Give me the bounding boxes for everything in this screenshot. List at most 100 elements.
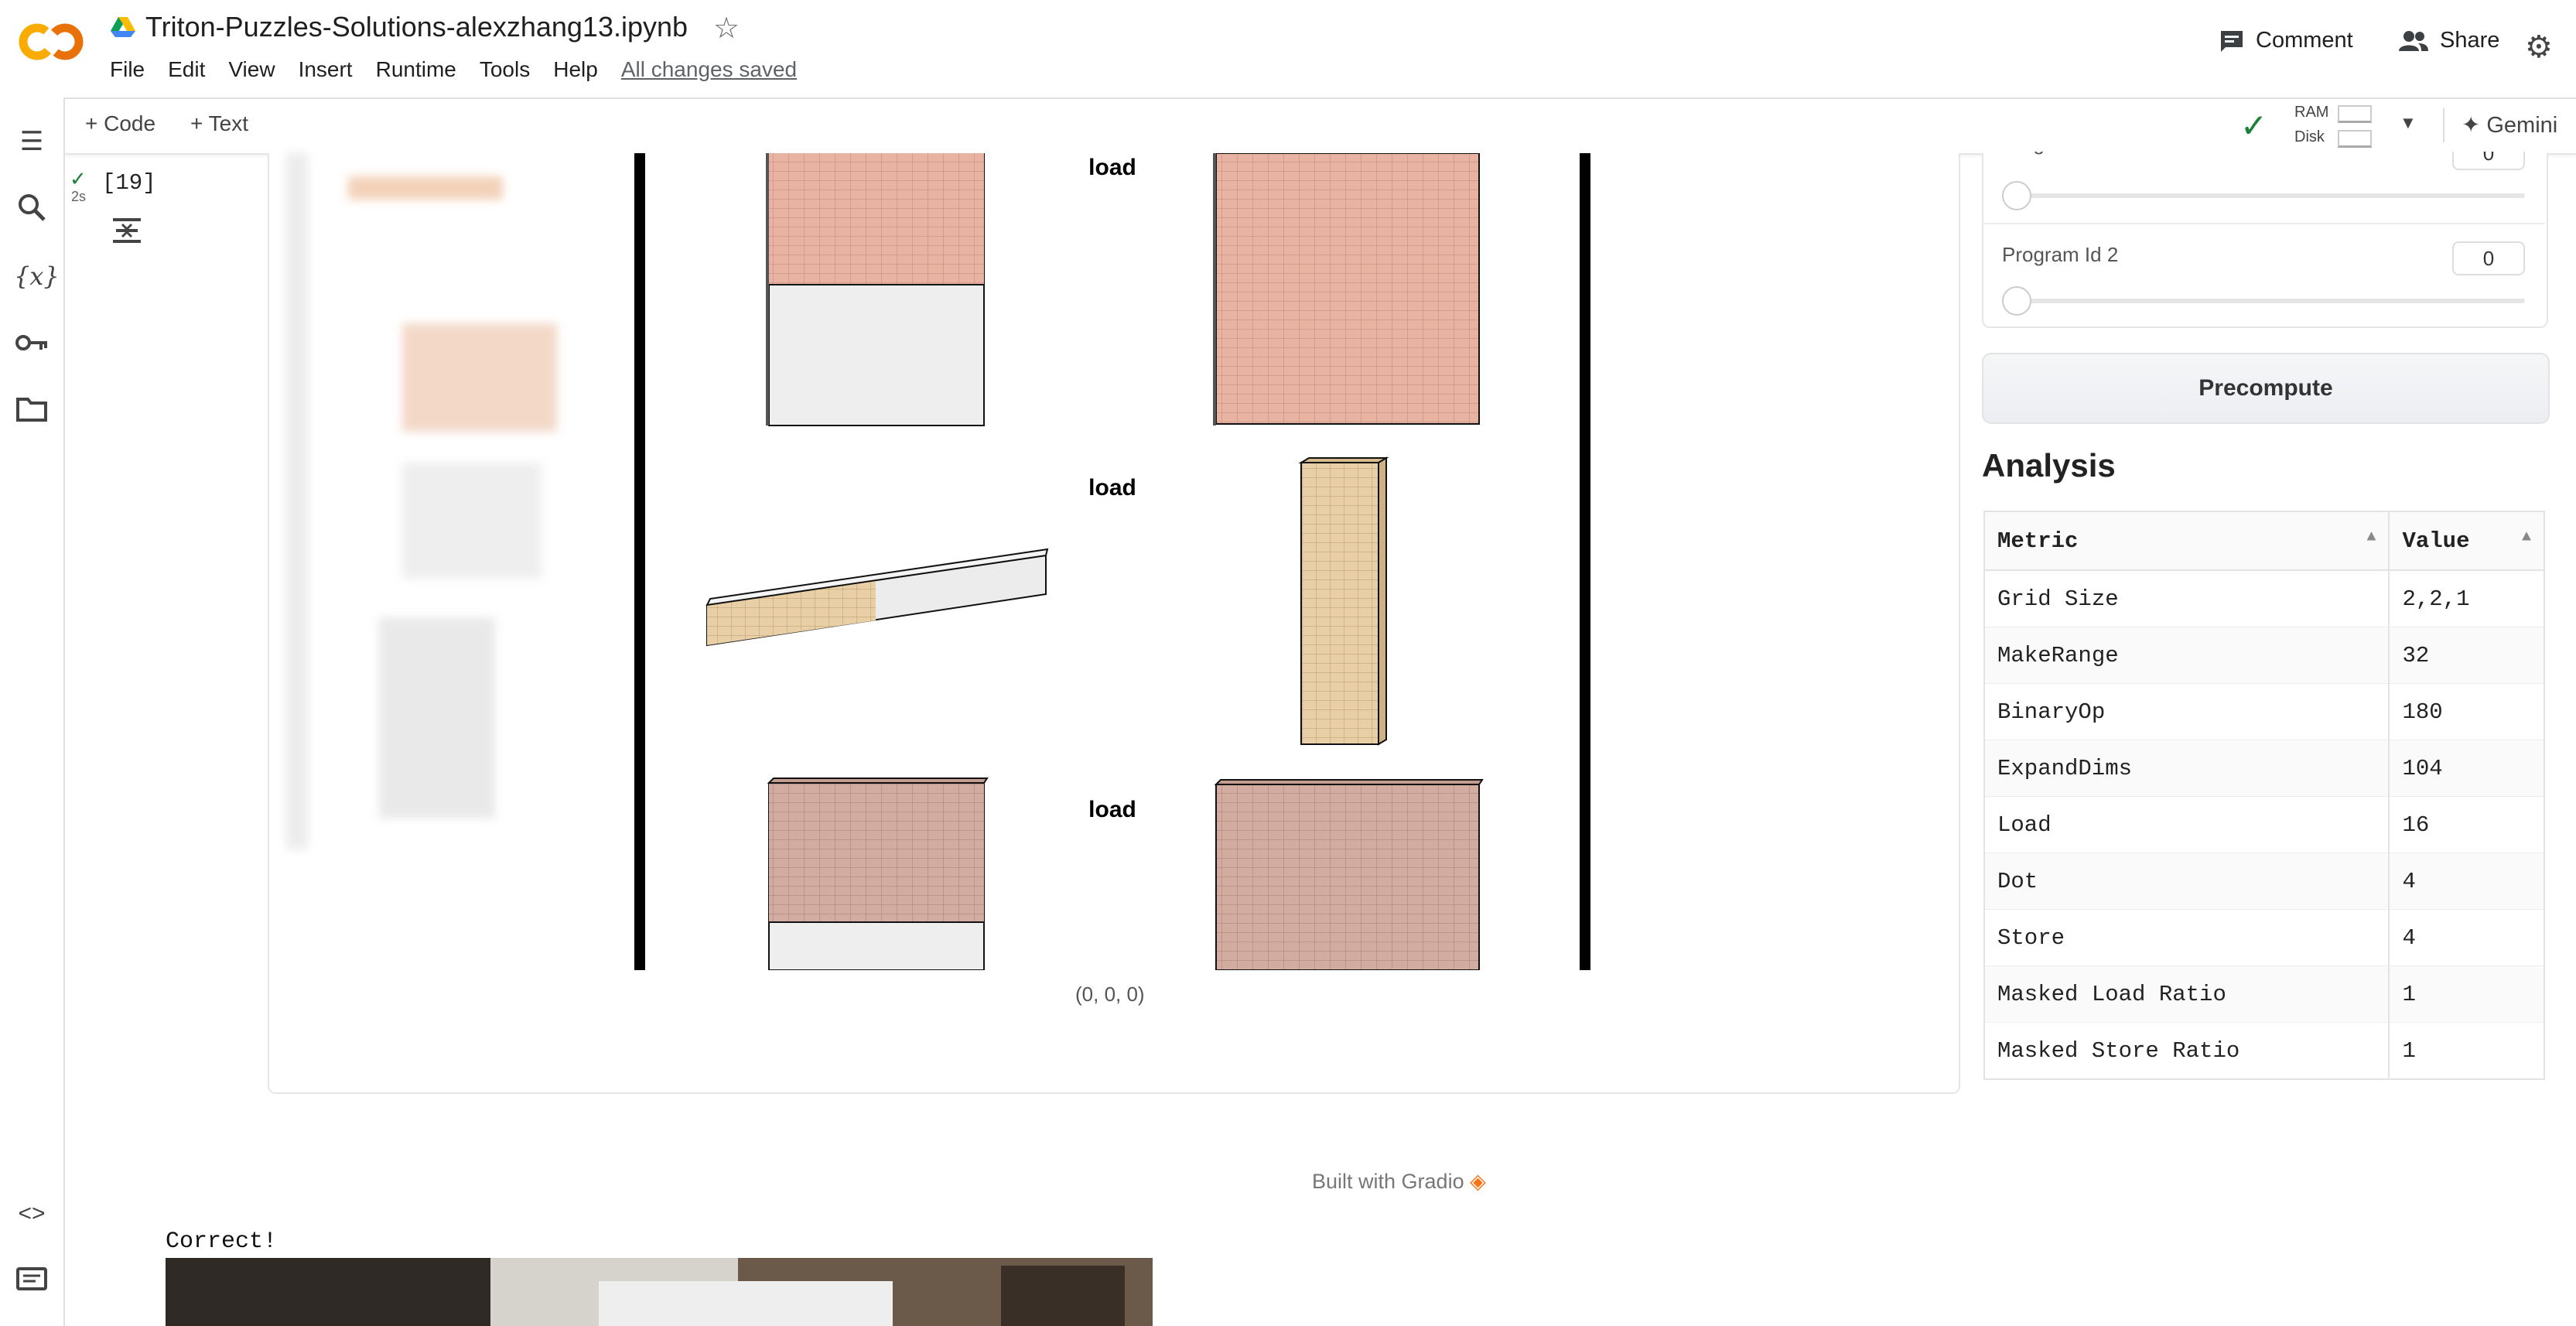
search-icon[interactable] (14, 192, 50, 227)
gradio-logo-icon: ◈ (1470, 1170, 1486, 1193)
sort-icon[interactable]: ▲ (2366, 528, 2376, 546)
program-id-1-track[interactable] (2002, 193, 2525, 198)
value-cell: 16 (2389, 796, 2544, 853)
metric-cell: Store (1984, 909, 2390, 966)
people-icon (2399, 30, 2428, 51)
chevron-down-icon-overlay[interactable]: ▼ (2400, 113, 2417, 133)
result-output-text: Correct! (166, 1229, 278, 1255)
value-cell: 2,2,1 (2389, 570, 2544, 627)
precompute-button[interactable]: Precompute (1982, 353, 2550, 424)
analysis-table: Metric ▲ Value ▲ Grid Size 2,2,1 MakeRange 3… (1983, 511, 2545, 1080)
value-cell: 32 (2389, 627, 2544, 684)
value-cell: 4 (2389, 909, 2544, 966)
table-row: Load 16 (1984, 796, 2544, 853)
program-id-2-input[interactable]: 0 (2452, 241, 2525, 275)
comment-icon (2221, 30, 2243, 52)
program-id-2-label: Program Id 2 (2002, 243, 2119, 266)
menu-insert[interactable]: Insert (299, 57, 353, 82)
table-row: Store 4 (1984, 909, 2544, 966)
built-with-label: Built with Gradio (1312, 1170, 1464, 1193)
table-of-contents-icon[interactable]: ☰ (14, 124, 50, 159)
variables-icon[interactable]: {x} (14, 258, 60, 294)
frame-bar-left (634, 153, 645, 970)
metric-header-label: Metric (1997, 528, 2079, 554)
value-cell: 104 (2389, 740, 2544, 797)
metric-cell: Masked Store Ratio (1984, 1022, 2390, 1080)
coordinate-label: (0, 0, 0) (1075, 983, 1145, 1006)
comment-label: Comment (2256, 28, 2353, 53)
table-row: BinaryOp 180 (1984, 683, 2544, 740)
files-folder-icon[interactable] (14, 396, 50, 432)
metric-cell: Load (1984, 796, 2390, 853)
comment-button[interactable]: Comment (2219, 28, 2353, 53)
terminal-icon[interactable] (14, 1264, 50, 1300)
program-id-2-thumb[interactable] (2002, 286, 2031, 316)
gemini-button-overlay[interactable]: ✦ Gemini (2462, 111, 2557, 138)
menu-view[interactable]: View (228, 57, 275, 82)
program-id-1-thumb[interactable] (2002, 181, 2031, 210)
ram-usage-meter-overlay[interactable] (2338, 105, 2372, 123)
metric-cell: MakeRange (1984, 627, 2390, 684)
menu-bar: File Edit View Insert Runtime Tools Help… (110, 57, 820, 82)
value-header-label: Value (2402, 528, 2470, 554)
disk-usage-meter-overlay[interactable] (2338, 130, 2372, 148)
value-cell: 4 (2389, 853, 2544, 910)
metric-cell: ExpandDims (1984, 740, 2390, 797)
row2-input-tensor (705, 548, 1049, 647)
row3-output-tensor (1214, 779, 1484, 970)
google-drive-icon[interactable] (110, 15, 136, 39)
share-label: Share (2440, 28, 2500, 53)
table-row: Dot 4 (1984, 853, 2544, 910)
value-cell: 1 (2389, 1022, 2544, 1080)
menu-edit[interactable]: Edit (168, 57, 205, 82)
menu-runtime[interactable]: Runtime (376, 57, 456, 82)
add-code-cell-button[interactable]: + Code (85, 111, 155, 136)
frame-bar-right (1580, 153, 1590, 970)
disk-label-overlay: Disk (2294, 128, 2325, 145)
output-video-frame[interactable] (166, 1258, 1153, 1326)
menu-help[interactable]: Help (553, 57, 598, 82)
notebook-title[interactable]: Triton-Puzzles-Solutions-alexzhang13.ipy… (145, 11, 688, 43)
slider-divider (1982, 223, 2545, 224)
program-id-2-track[interactable] (2002, 299, 2525, 303)
cell-success-check-icon: ✓ (70, 167, 87, 190)
blurred-code-panel (286, 153, 557, 849)
metric-cell: Dot (1984, 853, 2390, 910)
row2-load-label: load (1088, 475, 1136, 501)
sort-icon[interactable]: ▲ (2522, 528, 2531, 546)
output-actions-icon[interactable] (110, 215, 144, 253)
row1-input-tensor (766, 153, 985, 426)
metric-column-header[interactable]: Metric ▲ (1984, 511, 2390, 571)
colab-logo[interactable] (19, 20, 84, 63)
ram-label-overlay: RAM (2294, 104, 2329, 121)
table-header-row: Metric ▲ Value ▲ (1984, 511, 2544, 571)
tensor-visualization: load load load (634, 153, 1590, 970)
metric-cell: BinaryOp (1984, 683, 2390, 740)
value-cell: 180 (2389, 683, 2544, 740)
table-row: MakeRange 32 (1984, 627, 2544, 684)
row1-output-tensor (1213, 153, 1480, 425)
toolbar-separator (2443, 108, 2444, 142)
add-text-cell-button[interactable]: + Text (190, 111, 248, 136)
analysis-title: Analysis (1982, 447, 2116, 484)
secrets-key-icon[interactable] (14, 328, 50, 364)
star-icon[interactable]: ☆ (713, 11, 740, 46)
menu-tools[interactable]: Tools (480, 57, 530, 82)
metric-cell: Grid Size (1984, 570, 2390, 627)
menu-file[interactable]: File (110, 57, 145, 82)
value-column-header[interactable]: Value ▲ (2389, 511, 2544, 571)
save-status-link[interactable]: All changes saved (621, 57, 797, 82)
row2-output-tensor (1298, 456, 1389, 746)
share-button[interactable]: Share (2398, 28, 2499, 53)
code-snippets-icon[interactable]: <> (14, 1196, 50, 1232)
table-row: ExpandDims 104 (1984, 740, 2544, 797)
row1-load-label: load (1088, 155, 1136, 180)
execution-count[interactable]: [19] (102, 170, 156, 196)
table-row: Masked Store Ratio 1 (1984, 1022, 2544, 1080)
gear-icon[interactable]: ⚙ (2525, 29, 2553, 65)
built-with-gradio-link[interactable]: Built with Gradio ◈ (1312, 1170, 1486, 1194)
table-row: Masked Load Ratio 1 (1984, 965, 2544, 1023)
row3-input-tensor (767, 777, 989, 970)
cell-run-time: 2s (71, 189, 87, 204)
connected-check-icon-overlay: ✓ (2240, 108, 2268, 144)
